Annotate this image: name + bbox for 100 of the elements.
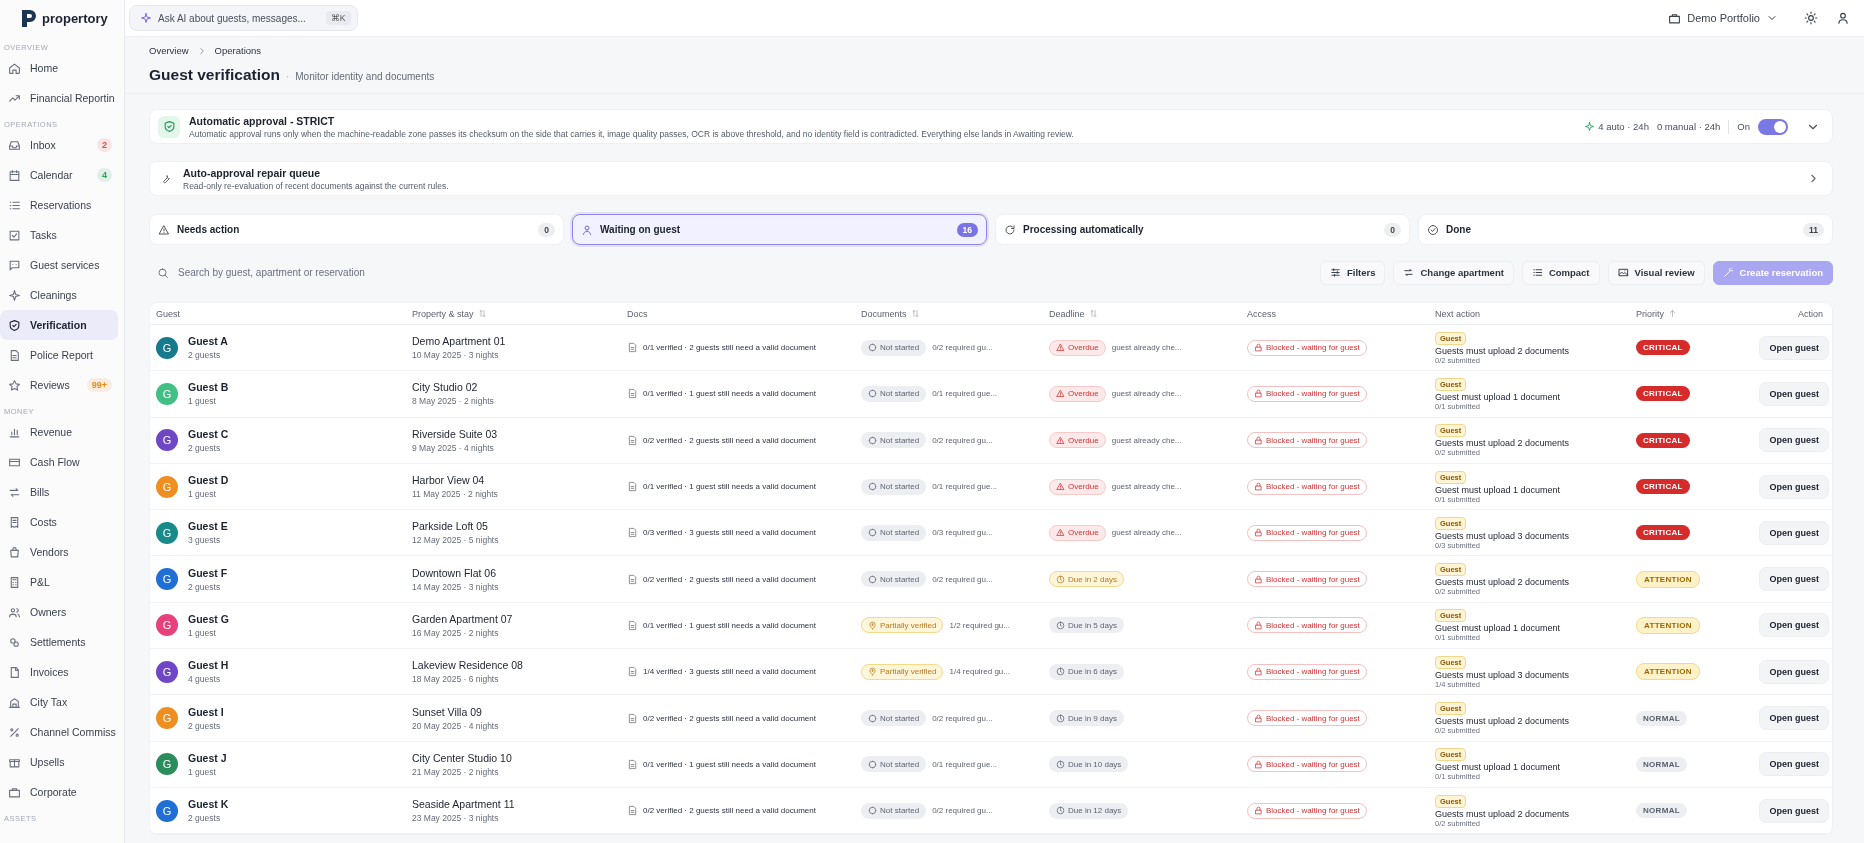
sidebar-item[interactable]: P&L (0, 567, 118, 597)
receipt-icon (8, 515, 21, 529)
column-header[interactable]: Guest (156, 308, 180, 319)
lock-icon (1254, 482, 1263, 492)
stay-dates: 9 May 2025 · 4 nights (412, 442, 495, 453)
sidebar-item[interactable]: Upsells (0, 747, 118, 777)
sidebar-item[interactable]: Guest services (0, 250, 118, 280)
sidebar-item[interactable]: Channel Commiss (0, 717, 118, 747)
toolbar-button[interactable]: Visual review (1607, 260, 1705, 285)
open-guest-button[interactable]: Open guest (1759, 381, 1829, 406)
open-guest-button[interactable]: Open guest (1759, 659, 1829, 684)
portfolio-selector[interactable]: Demo Portfolio (1668, 11, 1778, 25)
priority-badge: CRITICAL (1636, 386, 1690, 402)
docs-summary: 0/3 verified · 3 guests still need a valid document (643, 528, 816, 538)
column-header[interactable]: Deadline (1049, 308, 1098, 319)
search-field[interactable]: Search by guest, apartment or reservation (176, 266, 1312, 279)
column-header[interactable]: Action (1798, 308, 1823, 319)
warning-icon (1056, 482, 1065, 492)
sidebar-item[interactable]: City Tax (0, 687, 118, 717)
sidebar-item[interactable]: Owners (0, 597, 118, 627)
repair-queue-card[interactable]: Auto-approval repair queue Read-only re-evaluation of recent documents against the current rules. (149, 161, 1833, 196)
open-guest-button[interactable]: Open guest (1759, 520, 1829, 545)
document-icon (627, 388, 638, 400)
sidebar-item[interactable]: Bills (0, 477, 118, 507)
card-title: Auto-approval repair queue (183, 166, 322, 179)
property-name: Seaside Apartment 11 (412, 798, 516, 811)
brand-name: propertory (42, 10, 108, 26)
clock-icon (1056, 713, 1065, 723)
open-guest-button[interactable]: Open guest (1759, 474, 1829, 499)
ai-search-field[interactable]: Ask AI about guests, messages... ⌘K (129, 5, 358, 31)
avatar: G (156, 475, 178, 498)
document-icon (627, 666, 638, 678)
priority-badge: ATTENTION (1636, 663, 1700, 681)
sidebar-item[interactable]: Cash Flow (0, 447, 118, 477)
next-action-text: Guests must upload 2 documents (1435, 808, 1571, 819)
sidebar-item[interactable]: Home (0, 53, 118, 83)
toggle-label: On (1737, 121, 1750, 132)
sidebar-item[interactable]: Settlements (0, 627, 118, 657)
sidebar-item[interactable]: Police Report (0, 340, 118, 370)
property-name: Parkside Loft 05 (412, 520, 489, 533)
deadline-label: Overdue (1068, 389, 1099, 399)
sidebar-item[interactable]: Financial Reportin (0, 83, 118, 113)
swap-icon (8, 485, 21, 499)
open-guest-button[interactable]: Open guest (1759, 567, 1829, 592)
guest-count: 2 guests (188, 350, 222, 361)
column-header[interactable]: Documents (861, 308, 920, 319)
sort-icon (477, 309, 487, 318)
open-guest-button[interactable]: Open guest (1759, 613, 1829, 638)
open-guest-button[interactable]: Open guest (1759, 335, 1829, 360)
open-guest-button[interactable]: Open guest (1759, 752, 1829, 777)
open-guest-button[interactable]: Open guest (1759, 428, 1829, 453)
guest-count: 2 guests (188, 442, 222, 453)
toolbar-button[interactable]: Compact (1521, 260, 1600, 285)
breadcrumb-link[interactable]: Overview (149, 45, 189, 56)
count-badge: 0 (1384, 222, 1401, 237)
sidebar-item[interactable]: Reviews 99+ (0, 370, 118, 400)
column-header[interactable]: Next action (1435, 308, 1481, 319)
sidebar-item[interactable]: Inbox 2 (0, 130, 118, 160)
breadcrumb-link[interactable]: Operations (214, 45, 262, 56)
avatar: G (156, 614, 178, 637)
toolbar-button[interactable]: Filters (1319, 260, 1386, 285)
deadline-label: Overdue (1068, 528, 1099, 538)
sidebar-item[interactable]: Verification (0, 310, 118, 340)
sidebar-item[interactable]: Tasks (0, 220, 118, 250)
open-guest-button[interactable]: Open guest (1759, 798, 1829, 823)
sidebar-item[interactable]: Vendors (0, 537, 118, 567)
toolbar-button[interactable]: Change apartment (1393, 260, 1514, 285)
column-header[interactable]: Docs (627, 308, 648, 319)
deadline-label: Overdue (1068, 343, 1099, 353)
document-detail: 0/1 required gue... (932, 389, 998, 399)
count-badge: 0 (538, 222, 555, 237)
sidebar-item[interactable]: Calendar 4 (0, 160, 118, 190)
status-tab[interactable]: Done 11 (1418, 214, 1833, 245)
sidebar-item[interactable]: Invoices (0, 657, 118, 687)
refresh-icon (1004, 223, 1016, 236)
document-detail: 0/1 required gue... (932, 759, 998, 769)
status-tab[interactable]: Waiting on guest 16 (572, 214, 987, 245)
document-icon (627, 805, 638, 817)
column-header[interactable]: Priority (1636, 308, 1677, 319)
column-header[interactable]: Access (1247, 308, 1276, 319)
open-guest-button[interactable]: Open guest (1759, 706, 1829, 730)
clock-icon (1056, 667, 1065, 677)
sidebar-item[interactable]: Corporate (0, 777, 118, 807)
approval-toggle[interactable] (1758, 118, 1788, 135)
status-tab[interactable]: Needs action 0 (149, 214, 564, 245)
sidebar-item[interactable]: Cleanings (0, 280, 118, 310)
stay-dates: 20 May 2025 · 4 nights (412, 720, 500, 731)
status-label: Not started (880, 528, 920, 538)
stay-dates: 14 May 2025 · 3 nights (412, 581, 500, 592)
status-tab[interactable]: Processing automatically 0 (995, 214, 1410, 245)
sidebar-item[interactable]: Revenue (0, 417, 118, 447)
sidebar-item[interactable]: Costs (0, 507, 118, 537)
docs-summary: 0/1 verified · 1 guest still needs a valid document (643, 620, 816, 630)
user-icon (581, 223, 593, 236)
column-header[interactable]: Property & stay (412, 308, 487, 319)
lock-icon (1254, 528, 1263, 538)
deadline-note: guest already che... (1111, 482, 1182, 492)
sidebar-item[interactable]: Reservations (0, 190, 118, 220)
shield-icon (162, 120, 176, 133)
guest-count: 2 guests (188, 813, 222, 824)
